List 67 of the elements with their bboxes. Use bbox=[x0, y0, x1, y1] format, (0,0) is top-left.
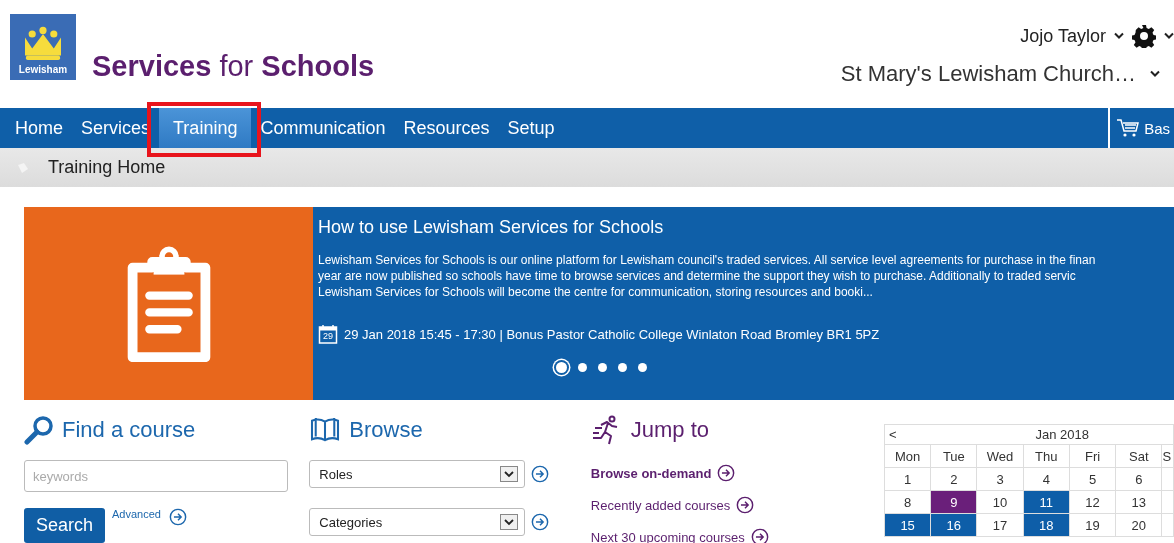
weekday-header: Sat bbox=[1115, 444, 1162, 468]
dropdown-select[interactable]: Roles bbox=[309, 460, 526, 488]
logo-label: Lewisham bbox=[18, 64, 68, 75]
calendar-day[interactable]: 15 bbox=[884, 513, 931, 537]
arrow-circle-icon[interactable] bbox=[531, 513, 550, 531]
calendar-day[interactable]: 2 bbox=[930, 467, 977, 491]
calendar-day[interactable]: 6 bbox=[1115, 467, 1162, 491]
nav-tab[interactable]: Training bbox=[159, 108, 252, 148]
weekday-header: S bbox=[1161, 444, 1174, 468]
calendar-day[interactable]: 3 bbox=[976, 467, 1024, 491]
search-icon bbox=[24, 415, 54, 445]
calendar-day[interactable]: 20 bbox=[1115, 513, 1162, 537]
calendar-day[interactable]: 10 bbox=[976, 490, 1024, 514]
calendar-day[interactable]: 5 bbox=[1069, 467, 1116, 491]
carousel-dot[interactable] bbox=[638, 363, 647, 372]
clipboard-icon bbox=[126, 245, 211, 362]
calendar-day[interactable]: 4 bbox=[1023, 467, 1070, 491]
carousel-dot[interactable] bbox=[618, 363, 627, 372]
section-heading: Browse bbox=[349, 417, 423, 443]
weekday-header: Wed bbox=[976, 444, 1024, 468]
banner-text: Lewisham Services for Schools is our online platform for Lewisham council's traded services. All service level agreements for purchase in the finan year are now published so schools have time to browse services and determine the support they wish to purchase. Additionally to traded servic Lewisham Services for Schools will become the centre for communication, storing resources and booki... bbox=[318, 252, 1097, 300]
chevron-down-icon[interactable] bbox=[1150, 70, 1160, 78]
book-icon bbox=[309, 417, 342, 443]
site-title: Services for Schools bbox=[92, 50, 375, 84]
carousel-dot[interactable] bbox=[578, 363, 587, 372]
nav-tab[interactable]: Services bbox=[72, 108, 160, 148]
advanced-link[interactable]: Advanced bbox=[112, 508, 161, 520]
jump-link[interactable]: Recently added courses bbox=[590, 496, 884, 514]
nav-tab[interactable]: Resources bbox=[394, 108, 499, 148]
calendar-day[interactable]: 17 bbox=[976, 513, 1024, 537]
jump-link[interactable]: Browse on-demand bbox=[590, 464, 884, 482]
chevron-down-icon[interactable] bbox=[1114, 32, 1124, 40]
logo-badge[interactable]: Lewisham bbox=[10, 14, 76, 80]
school-selector[interactable]: St Mary's Lewisham Church… bbox=[834, 60, 1174, 88]
section-heading: Jump to bbox=[630, 417, 710, 443]
nav-tab[interactable]: Home bbox=[6, 108, 72, 148]
weekday-header: Mon bbox=[884, 444, 931, 468]
breadcrumb-text: Training Home bbox=[48, 157, 166, 178]
calendar-day[interactable]: 13 bbox=[1115, 490, 1162, 514]
calendar-day[interactable]: 12 bbox=[1069, 490, 1116, 514]
settings-icon[interactable] bbox=[1132, 24, 1156, 48]
user-menu[interactable]: Jojo Taylor bbox=[1020, 25, 1124, 47]
weekday-header: Tue bbox=[930, 444, 977, 468]
event-details: 29 Jan 2018 15:45 - 17:30 | Bonus Pastor Catholic College Winlaton Road Bromley BR1 5PZ bbox=[344, 326, 880, 342]
nav-tab[interactable]: Communication bbox=[251, 108, 395, 148]
prev-month-button[interactable]: < bbox=[889, 427, 897, 442]
arrow-circle-icon[interactable] bbox=[168, 508, 187, 526]
chevron-down-icon[interactable] bbox=[1164, 32, 1174, 40]
nav-tab[interactable]: Setup bbox=[498, 108, 564, 148]
arrow-circle-icon[interactable] bbox=[736, 496, 755, 514]
dropdown-select[interactable]: Categories bbox=[309, 508, 526, 536]
calendar-icon: 29 bbox=[318, 324, 338, 344]
arrow-circle-icon[interactable] bbox=[717, 464, 736, 482]
calendar-day[interactable]: 8 bbox=[884, 490, 931, 514]
keywords-field[interactable]: keywords bbox=[24, 460, 288, 492]
cart-icon bbox=[1116, 118, 1141, 138]
calendar-day[interactable]: 1 bbox=[884, 467, 931, 491]
weekday-header: Fri bbox=[1069, 444, 1116, 468]
month-label: Jan 2018 bbox=[1035, 427, 1089, 442]
weekday-header: Thu bbox=[1023, 444, 1070, 468]
carousel-dot[interactable] bbox=[598, 363, 607, 372]
section-heading: Find a course bbox=[62, 417, 196, 443]
arrow-circle-icon[interactable] bbox=[531, 465, 550, 483]
carousel-dot[interactable] bbox=[556, 362, 567, 373]
calendar-day[interactable]: 19 bbox=[1069, 513, 1116, 537]
banner-title: How to use Lewisham Services for Schools bbox=[318, 217, 665, 238]
search-button[interactable]: Search bbox=[24, 508, 105, 543]
